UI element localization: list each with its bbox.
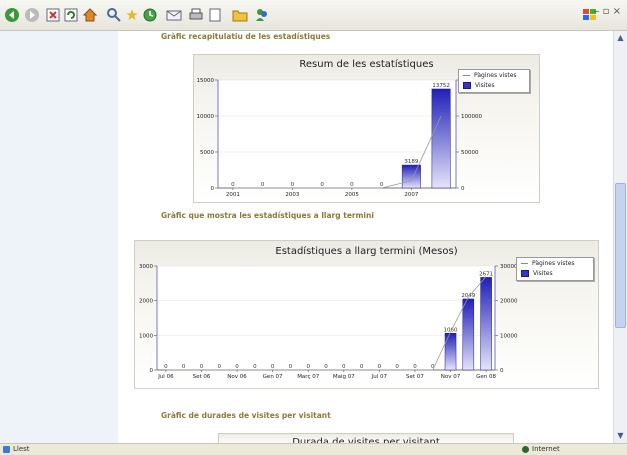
bar-value-label: 0 — [324, 364, 328, 370]
y-tick-label: 10000 — [197, 114, 215, 120]
zone-text: Internet — [532, 445, 560, 453]
x-tick-label: Set 07 — [406, 374, 424, 380]
x-tick-label: Jul 06 — [157, 374, 174, 380]
edit-icon[interactable] — [208, 6, 222, 24]
y2-tick-label: 100000 — [461, 114, 482, 120]
line-legend-icon — [463, 74, 470, 76]
legend-label: Pàgines vistes — [474, 71, 517, 79]
y-tick-label: 3000 — [139, 264, 153, 270]
history-icon[interactable] — [142, 6, 158, 24]
y-tick-label: 1000 — [139, 333, 153, 339]
bar-value-label: 0 — [291, 182, 295, 188]
bar-value-label: 0 — [253, 364, 257, 370]
y2-tick-label: 10000 — [500, 333, 518, 339]
x-tick-label: 2005 — [345, 192, 359, 198]
scroll-down-icon[interactable]: ▼ — [615, 430, 626, 441]
bar-value-label: 0 — [380, 182, 384, 188]
bar-value-label: 0 — [395, 364, 399, 370]
x-tick-label: Set 06 — [193, 374, 211, 380]
folder-icon[interactable] — [232, 6, 248, 24]
plot-area — [157, 266, 495, 370]
line-legend-icon — [521, 262, 528, 264]
status-bar: Llest Internet — [0, 443, 627, 455]
x-tick-label: Gen 08 — [476, 374, 496, 380]
page-status-icon — [3, 446, 10, 453]
vertical-scrollbar[interactable]: ▲ ▼ — [613, 31, 627, 443]
bar-value-label: 0 — [413, 364, 417, 370]
bar — [444, 333, 457, 371]
forward-icon[interactable] — [24, 6, 40, 24]
legend-label: Pàgines vistes — [532, 259, 575, 267]
bar — [462, 298, 475, 371]
bar-value-label: 13752 — [432, 83, 450, 89]
scrollbar-thumb[interactable] — [615, 183, 626, 328]
x-tick-label: Nov 07 — [441, 374, 461, 380]
left-frame — [0, 31, 118, 443]
bar-value-label: 0 — [231, 182, 235, 188]
favorites-star-icon[interactable]: ★ — [124, 6, 140, 24]
bar-value-label: 0 — [271, 364, 275, 370]
browser-toolbar: ★ ‒ ▫ × — [0, 0, 627, 31]
bar — [480, 277, 492, 371]
bar — [431, 88, 451, 189]
y-tick-label: 0 — [150, 368, 154, 374]
x-tick-label: Jul 07 — [371, 374, 388, 380]
bar-legend-icon — [521, 269, 529, 277]
bar-value-label: 0 — [320, 182, 324, 188]
chart-legend: Pàgines vistes Visites — [458, 69, 530, 93]
x-tick-label: Gen 07 — [263, 374, 283, 380]
long-term-chart: Estadístiques a llarg termini (Mesos) 01… — [134, 240, 599, 389]
globe-icon — [522, 446, 529, 453]
bar-value-label: 0 — [164, 364, 168, 370]
x-tick-label: 2007 — [404, 192, 418, 198]
refresh-icon[interactable] — [64, 6, 78, 24]
y-tick-label: 5000 — [200, 150, 214, 156]
bar-value-label: 0 — [261, 182, 265, 188]
status-text: Llest — [13, 445, 30, 453]
window-controls[interactable]: ‒ ▫ × — [593, 6, 621, 17]
bar-value-label: 0 — [200, 364, 204, 370]
bar-value-label: 0 — [289, 364, 293, 370]
messenger-icon[interactable] — [254, 6, 270, 24]
x-tick-label: Maig 07 — [333, 374, 355, 380]
bar-value-label: 3189 — [404, 159, 418, 165]
bar-value-label: 0 — [360, 364, 364, 370]
y2-tick-label: 0 — [461, 186, 465, 192]
bar-value-label: 0 — [182, 364, 186, 370]
bar-legend-icon — [463, 81, 471, 89]
x-tick-label: 2001 — [226, 192, 240, 198]
legend-label: Visites — [475, 81, 495, 89]
bar-value-label: 0 — [342, 364, 346, 370]
y2-tick-label: 20000 — [500, 299, 518, 305]
bar-value-label: 1060 — [444, 327, 458, 333]
bar-value-label: 2049 — [461, 293, 475, 299]
bar-value-label: 0 — [218, 364, 222, 370]
x-tick-label: Març 07 — [297, 374, 320, 380]
mail-icon[interactable] — [166, 6, 182, 24]
search-icon[interactable] — [106, 6, 122, 24]
summary-chart: Resum de les estatístiques 0 5000 10000 150… — [193, 54, 540, 203]
bar — [401, 164, 421, 189]
chart-legend: Pàgines vistes Visites — [516, 257, 594, 281]
bar-value-label: 0 — [378, 364, 382, 370]
bar-value-label: 0 — [350, 182, 354, 188]
section-heading-long-term: Gràfic que mostra les estadístiques a ll… — [161, 211, 374, 220]
scroll-up-icon[interactable]: ▲ — [615, 32, 626, 43]
stop-icon[interactable] — [46, 6, 60, 24]
y2-tick-label: 50000 — [461, 150, 479, 156]
y-tick-label: 2000 — [139, 299, 153, 305]
y-tick-label: 0 — [211, 186, 215, 192]
legend-label: Visites — [533, 269, 553, 277]
home-icon[interactable] — [82, 6, 98, 24]
back-icon[interactable] — [4, 6, 20, 24]
x-tick-label: 2003 — [285, 192, 299, 198]
section-heading-summary: Gràfic recapitulatiu de les estadístique… — [161, 32, 331, 41]
print-icon[interactable] — [188, 6, 204, 24]
bar-value-label: 0 — [235, 364, 239, 370]
section-heading-duration: Gràfic de durades de visites per visitan… — [161, 411, 331, 420]
y2-tick-label: 0 — [500, 368, 504, 374]
bar-value-label: 0 — [306, 364, 310, 370]
y-tick-label: 15000 — [197, 78, 215, 84]
x-tick-label: Nov 06 — [227, 374, 247, 380]
